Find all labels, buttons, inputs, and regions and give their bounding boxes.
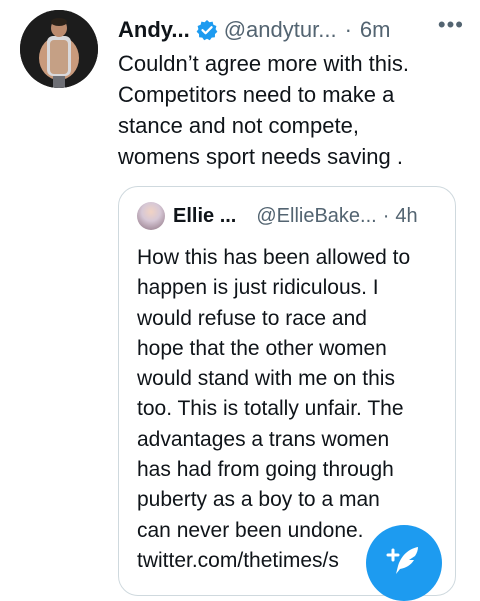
compose-tweet-button[interactable] xyxy=(366,525,442,601)
tweet-text-line: Couldn’t agree more with this. xyxy=(118,51,410,76)
quoted-text-line: has had from going through xyxy=(137,458,394,482)
quoted-text-line: advantages a trans women xyxy=(137,427,390,451)
quoted-text-line: happen is just ridiculous. I xyxy=(137,276,379,300)
author-name[interactable]: Andy... xyxy=(118,17,190,43)
quoted-tweet-timestamp[interactable]: 4h xyxy=(395,205,417,228)
quoted-tweet-header: Ellie ... @EllieBake... · 4h xyxy=(137,201,443,231)
quoted-text-line: would refuse to race and xyxy=(137,306,367,330)
author-avatar[interactable] xyxy=(20,10,98,88)
author-handle[interactable]: @andytur... xyxy=(224,17,337,43)
quoted-author-avatar[interactable] xyxy=(137,202,165,230)
quoted-author-handle[interactable]: @EllieBake... xyxy=(256,205,376,228)
compose-tweet-icon xyxy=(384,541,424,586)
quoted-author-name[interactable]: Ellie ... xyxy=(173,205,236,228)
quoted-text-line: too. This is totally unfair. The xyxy=(137,397,404,421)
quoted-text-line: would stand with me on this xyxy=(137,367,395,391)
quoted-header-separator: · xyxy=(382,204,390,227)
tweet-text-line: womens sport needs saving . xyxy=(118,144,403,169)
header-separator: · xyxy=(344,17,352,42)
tweet-text: Couldn’t agree more with this. Competito… xyxy=(118,48,458,172)
author-photo xyxy=(20,10,98,88)
tweet-header: Andy... @andytur... · 6m ••• xyxy=(118,10,468,50)
more-options-icon[interactable]: ••• xyxy=(438,12,464,38)
quoted-text-line: How this has been allowed to xyxy=(137,246,411,269)
quoted-text-line: hope that the other women xyxy=(137,336,387,360)
tweet-timestamp[interactable]: 6m xyxy=(360,17,391,43)
verified-badge-icon xyxy=(196,19,218,41)
quoted-text-line: puberty as a boy to a man xyxy=(137,488,380,512)
tweet-text-line: Competitors need to make a xyxy=(118,82,395,107)
tweet-text-line: stance and not compete, xyxy=(118,113,359,138)
